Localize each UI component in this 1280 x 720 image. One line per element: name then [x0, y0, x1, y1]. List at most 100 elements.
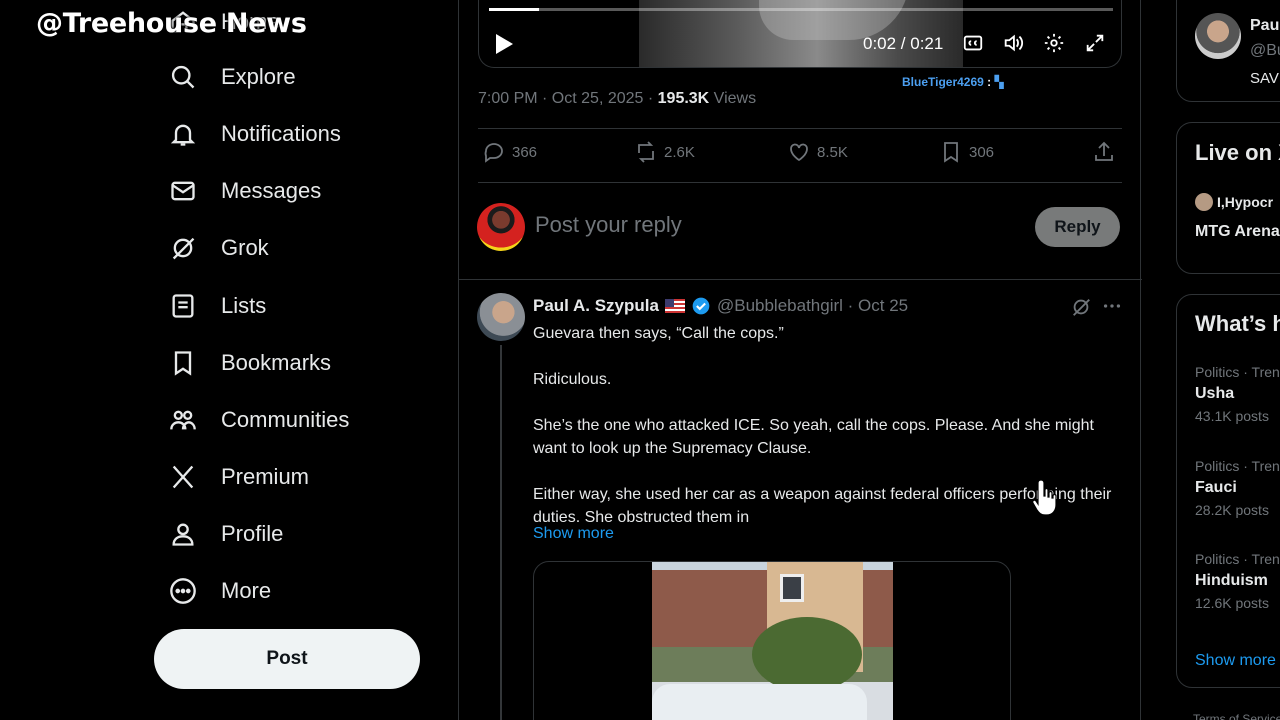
- trend-item[interactable]: Politics · Trending Usha 43.1K posts: [1195, 364, 1280, 424]
- captions-icon[interactable]: [962, 32, 986, 56]
- nav-item-notifications[interactable]: Notifications: [168, 114, 341, 154]
- live-card: Live on X I,Hypocr MTG Arena: [1176, 122, 1280, 274]
- nav-label: Messages: [221, 178, 322, 203]
- overlay-separator: :: [987, 75, 992, 89]
- bell-icon: [168, 119, 198, 149]
- trend-item[interactable]: Politics · Trending Fauci 28.2K posts: [1195, 458, 1280, 518]
- follow-bio: SAV: [1250, 70, 1279, 87]
- image-window: [780, 574, 804, 602]
- repost-count: 2.6K: [664, 143, 695, 161]
- live-host[interactable]: I,Hypocr: [1195, 193, 1273, 211]
- post-datetime[interactable]: 7:00 PM · Oct 25, 2025 ·: [478, 90, 658, 107]
- person-icon: [168, 519, 198, 549]
- nav-label: Explore: [221, 64, 296, 89]
- reply-input[interactable]: Post your reply: [535, 212, 682, 238]
- settings-gear-icon[interactable]: [1043, 32, 1067, 56]
- volume-icon[interactable]: [1002, 32, 1026, 56]
- video-overlay-username: BlueTiger4269 : ▚: [902, 75, 1004, 89]
- tweet-media[interactable]: [533, 561, 1011, 720]
- reply-composer: Post your reply Reply: [459, 183, 1142, 280]
- more-circle-icon: [168, 576, 198, 606]
- share-action[interactable]: [1092, 140, 1122, 164]
- repost-action[interactable]: 2.6K: [634, 140, 695, 164]
- trends-card: What’s h Politics · Trending Usha 43.1K …: [1176, 294, 1280, 688]
- trend-topic: Usha: [1195, 385, 1235, 402]
- heart-icon: [790, 143, 808, 162]
- overlay-username-text: BlueTiger4269: [902, 75, 984, 89]
- like-action[interactable]: 8.5K: [787, 140, 848, 164]
- trend-topic: Fauci: [1195, 479, 1237, 496]
- follow-name[interactable]: Pau: [1250, 17, 1279, 35]
- main-column: 0:02 / 0:21 BlueTiger4269 : ▚ 7:00 PM · …: [458, 0, 1142, 720]
- image-car: [652, 684, 867, 720]
- avatar[interactable]: [477, 293, 525, 341]
- nav-item-communities[interactable]: Communities: [168, 400, 349, 440]
- author-handle[interactable]: @Bubblebathgirl · Oct 25: [717, 296, 908, 316]
- thread-line: [500, 345, 502, 720]
- live-title: Live on X: [1195, 140, 1280, 165]
- reply-action[interactable]: 366: [482, 140, 537, 164]
- nav-label: Lists: [221, 293, 267, 318]
- nav-item-explore[interactable]: Explore: [168, 57, 296, 97]
- video-progress-bar[interactable]: [489, 8, 1113, 11]
- nav-label: More: [221, 578, 272, 603]
- fullscreen-icon[interactable]: [1084, 32, 1108, 56]
- tweet-paragraph: She’s the one who attacked ICE. So yeah,…: [533, 417, 1094, 457]
- nav-item-premium[interactable]: Premium: [168, 457, 309, 497]
- us-flag-icon: [664, 299, 685, 313]
- trend-count: 28.2K posts: [1195, 502, 1269, 518]
- nav-label: Profile: [221, 521, 284, 546]
- grok-icon[interactable]: [1070, 296, 1092, 318]
- terms-link[interactable]: Terms of Service: [1193, 712, 1280, 720]
- comment-icon: [484, 143, 503, 163]
- left-nav: Home Explore Notifications Messages Grok…: [0, 0, 458, 720]
- author-name[interactable]: Paul A. Szypula: [533, 296, 659, 316]
- video-player[interactable]: 0:02 / 0:21: [478, 0, 1122, 68]
- show-more-link[interactable]: Show more: [533, 525, 614, 543]
- who-to-follow-card: Pau @Bu SAV: [1176, 0, 1280, 102]
- nav-item-profile[interactable]: Profile: [168, 514, 283, 554]
- communities-icon: [168, 405, 198, 435]
- x-logo-icon: [168, 462, 198, 492]
- bookmark-action[interactable]: 306: [939, 140, 994, 164]
- reply-count: 366: [512, 143, 538, 161]
- video-progress-fill: [489, 8, 539, 11]
- views-label: Views: [709, 90, 757, 107]
- nav-item-messages[interactable]: Messages: [168, 171, 321, 211]
- play-icon[interactable]: [493, 32, 515, 56]
- nav-label: Premium: [221, 464, 310, 489]
- mail-icon: [168, 176, 198, 206]
- bookmark-count: 306: [969, 143, 995, 161]
- trends-title: What’s h: [1195, 311, 1280, 336]
- more-dots-icon[interactable]: [1101, 295, 1123, 317]
- tweet-paragraph: Guevara then says, “Call the cops.”: [533, 325, 784, 342]
- nav-label: Bookmarks: [221, 350, 332, 375]
- nav-item-more[interactable]: More: [168, 571, 271, 611]
- tweet-header: Paul A. Szypula @Bubblebathgirl · Oct 25: [533, 296, 908, 316]
- image-tree: [752, 617, 862, 692]
- right-sidebar: Pau @Bu SAV Live on X I,Hypocr MTG Arena…: [1175, 0, 1280, 720]
- repost-icon: [638, 141, 654, 163]
- nav-item-grok[interactable]: Grok: [168, 228, 269, 268]
- follow-handle: @Bu: [1250, 42, 1280, 59]
- live-stream-title[interactable]: MTG Arena: [1195, 223, 1280, 241]
- nav-label: Communities: [221, 407, 350, 432]
- trend-count: 43.1K posts: [1195, 408, 1269, 424]
- post-button[interactable]: Post: [154, 629, 420, 689]
- trend-count: 12.6K posts: [1195, 595, 1269, 611]
- tweet-paragraph: Ridiculous.: [533, 371, 612, 388]
- like-count: 8.5K: [817, 143, 848, 161]
- avatar[interactable]: [477, 203, 525, 251]
- trend-context: Politics · Trending: [1195, 364, 1280, 380]
- trend-item[interactable]: Politics · Trending Hinduism 12.6K posts: [1195, 551, 1280, 611]
- show-more-trends-link[interactable]: Show more: [1195, 652, 1276, 670]
- nav-item-bookmarks[interactable]: Bookmarks: [168, 343, 331, 383]
- search-icon: [168, 62, 198, 92]
- nav-label: Grok: [221, 235, 269, 260]
- nav-item-lists[interactable]: Lists: [168, 286, 266, 326]
- avatar[interactable]: [1195, 13, 1241, 59]
- bookmark-icon: [168, 348, 198, 378]
- reply-button[interactable]: Reply: [1035, 207, 1120, 247]
- views-count: 195.3K: [657, 90, 710, 107]
- live-host-avatar: [1195, 193, 1213, 211]
